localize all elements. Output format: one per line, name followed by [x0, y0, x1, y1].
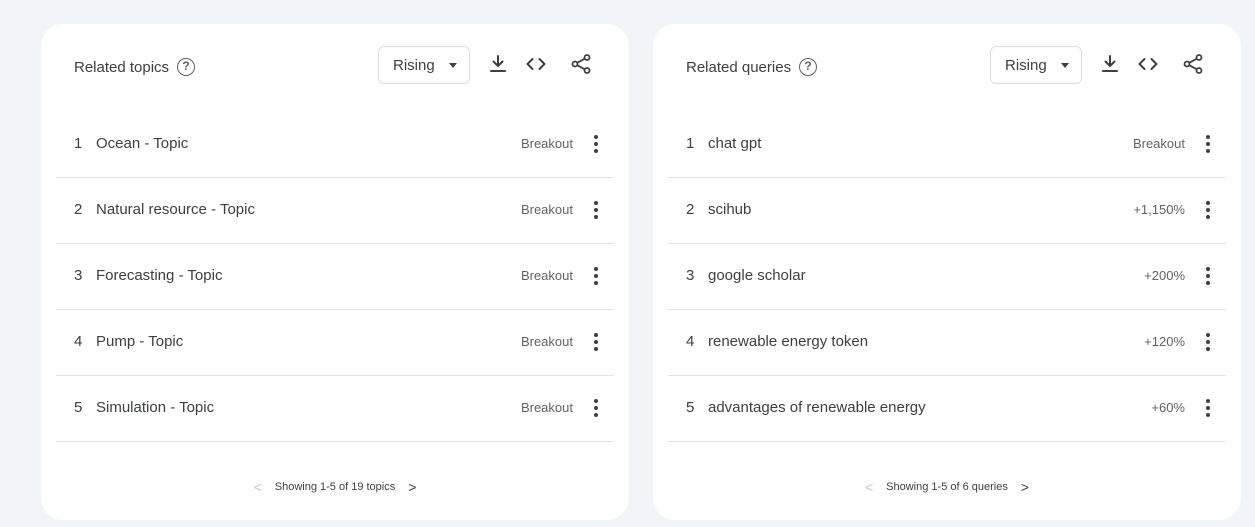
rank-number: 1 — [74, 135, 83, 152]
list-item[interactable]: 4 Pump - Topic Breakout — [56, 310, 614, 376]
item-label[interactable]: advantages of renewable energy — [708, 399, 926, 416]
list-item[interactable]: 3 Forecasting - Topic Breakout — [56, 244, 614, 310]
list-item[interactable]: 5 advantages of renewable energy +60% — [668, 376, 1226, 442]
more-vert-icon[interactable] — [1200, 332, 1216, 352]
rank-number: 3 — [686, 267, 695, 284]
more-vert-icon[interactable] — [1200, 200, 1216, 220]
rank-number: 4 — [74, 333, 83, 350]
help-circle-icon[interactable]: ? — [177, 58, 196, 76]
list-item[interactable]: 5 Simulation - Topic Breakout — [56, 376, 614, 442]
list-item[interactable]: 4 renewable energy token +120% — [668, 310, 1226, 376]
list-item[interactable]: 1 Ocean - Topic Breakout — [56, 112, 614, 178]
pager-text: Showing 1-5 of 19 topics — [274, 481, 396, 493]
item-label[interactable]: google scholar — [708, 267, 806, 284]
item-value: Breakout — [520, 400, 573, 415]
rank-number: 2 — [686, 201, 695, 218]
rank-number: 3 — [74, 267, 83, 284]
item-value: +200% — [1144, 268, 1185, 283]
item-label[interactable]: chat gpt — [708, 135, 761, 152]
page: Related topics ? Rising 1 Ocean - Topic … — [0, 0, 1255, 527]
item-value: +1,150% — [1133, 202, 1185, 217]
item-label[interactable]: Simulation - Topic — [96, 399, 214, 416]
item-value: Breakout — [520, 268, 573, 283]
item-value: Breakout — [520, 202, 573, 217]
rank-number: 1 — [686, 135, 695, 152]
download-icon[interactable] — [486, 52, 510, 76]
item-label[interactable]: scihub — [708, 201, 751, 218]
pager-text: Showing 1-5 of 6 queries — [886, 481, 1008, 493]
code-embed-icon[interactable] — [1136, 52, 1160, 76]
item-value: +60% — [1151, 400, 1185, 415]
related-topics-card: Related topics ? Rising 1 Ocean - Topic … — [41, 24, 629, 520]
list-item[interactable]: 3 google scholar +200% — [668, 244, 1226, 310]
rank-number: 4 — [686, 333, 695, 350]
item-value: +120% — [1144, 334, 1185, 349]
caret-down-icon — [448, 62, 457, 68]
caret-down-icon — [1060, 62, 1069, 68]
chevron-right-icon[interactable]: > — [1021, 479, 1029, 495]
more-vert-icon[interactable] — [1200, 134, 1216, 154]
item-label[interactable]: Forecasting - Topic — [96, 267, 222, 284]
item-label[interactable]: Ocean - Topic — [96, 135, 188, 152]
more-vert-icon[interactable] — [588, 134, 604, 154]
list-item[interactable]: 1 chat gpt Breakout — [668, 112, 1226, 178]
more-vert-icon[interactable] — [1200, 266, 1216, 286]
item-label[interactable]: Pump - Topic — [96, 333, 183, 350]
related-topics-pager: < Showing 1-5 of 19 topics > — [41, 479, 629, 495]
item-value: Breakout — [520, 136, 573, 151]
list-item[interactable]: 2 Natural resource - Topic Breakout — [56, 178, 614, 244]
share-icon[interactable] — [1181, 52, 1205, 76]
share-icon[interactable] — [569, 52, 593, 76]
rank-number: 5 — [686, 399, 695, 416]
chevron-left-icon[interactable]: < — [254, 479, 262, 495]
related-queries-title-text: Related queries — [686, 58, 792, 76]
item-label[interactable]: Natural resource - Topic — [96, 201, 255, 218]
related-queries-list: 1 chat gpt Breakout 2 scihub +1,150% 3 g… — [668, 112, 1226, 442]
list-item[interactable]: 2 scihub +1,150% — [668, 178, 1226, 244]
related-queries-filter-select[interactable]: Rising — [990, 46, 1082, 84]
related-queries-pager: < Showing 1-5 of 6 queries > — [653, 479, 1241, 495]
more-vert-icon[interactable] — [1200, 398, 1216, 418]
related-topics-filter-value: Rising — [393, 56, 435, 74]
related-topics-title: Related topics ? — [74, 58, 196, 76]
item-label[interactable]: renewable energy token — [708, 333, 868, 350]
related-queries-filter-value: Rising — [1005, 56, 1047, 74]
code-embed-icon[interactable] — [524, 52, 548, 76]
chevron-right-icon[interactable]: > — [408, 479, 416, 495]
item-value: Breakout — [520, 334, 573, 349]
more-vert-icon[interactable] — [588, 266, 604, 286]
more-vert-icon[interactable] — [588, 200, 604, 220]
related-queries-header: Related queries ? Rising — [653, 46, 1241, 90]
related-queries-card: Related queries ? Rising 1 chat gpt Brea… — [653, 24, 1241, 520]
download-icon[interactable] — [1098, 52, 1122, 76]
rank-number: 5 — [74, 399, 83, 416]
related-topics-list: 1 Ocean - Topic Breakout 2 Natural resou… — [56, 112, 614, 442]
rank-number: 2 — [74, 201, 83, 218]
item-value: Breakout — [1132, 136, 1185, 151]
more-vert-icon[interactable] — [588, 332, 604, 352]
chevron-left-icon[interactable]: < — [865, 479, 873, 495]
related-queries-title: Related queries ? — [686, 58, 818, 76]
related-topics-filter-select[interactable]: Rising — [378, 46, 470, 84]
help-circle-icon[interactable]: ? — [799, 58, 818, 76]
related-topics-header: Related topics ? Rising — [41, 46, 629, 90]
related-topics-title-text: Related topics — [74, 58, 170, 76]
more-vert-icon[interactable] — [588, 398, 604, 418]
